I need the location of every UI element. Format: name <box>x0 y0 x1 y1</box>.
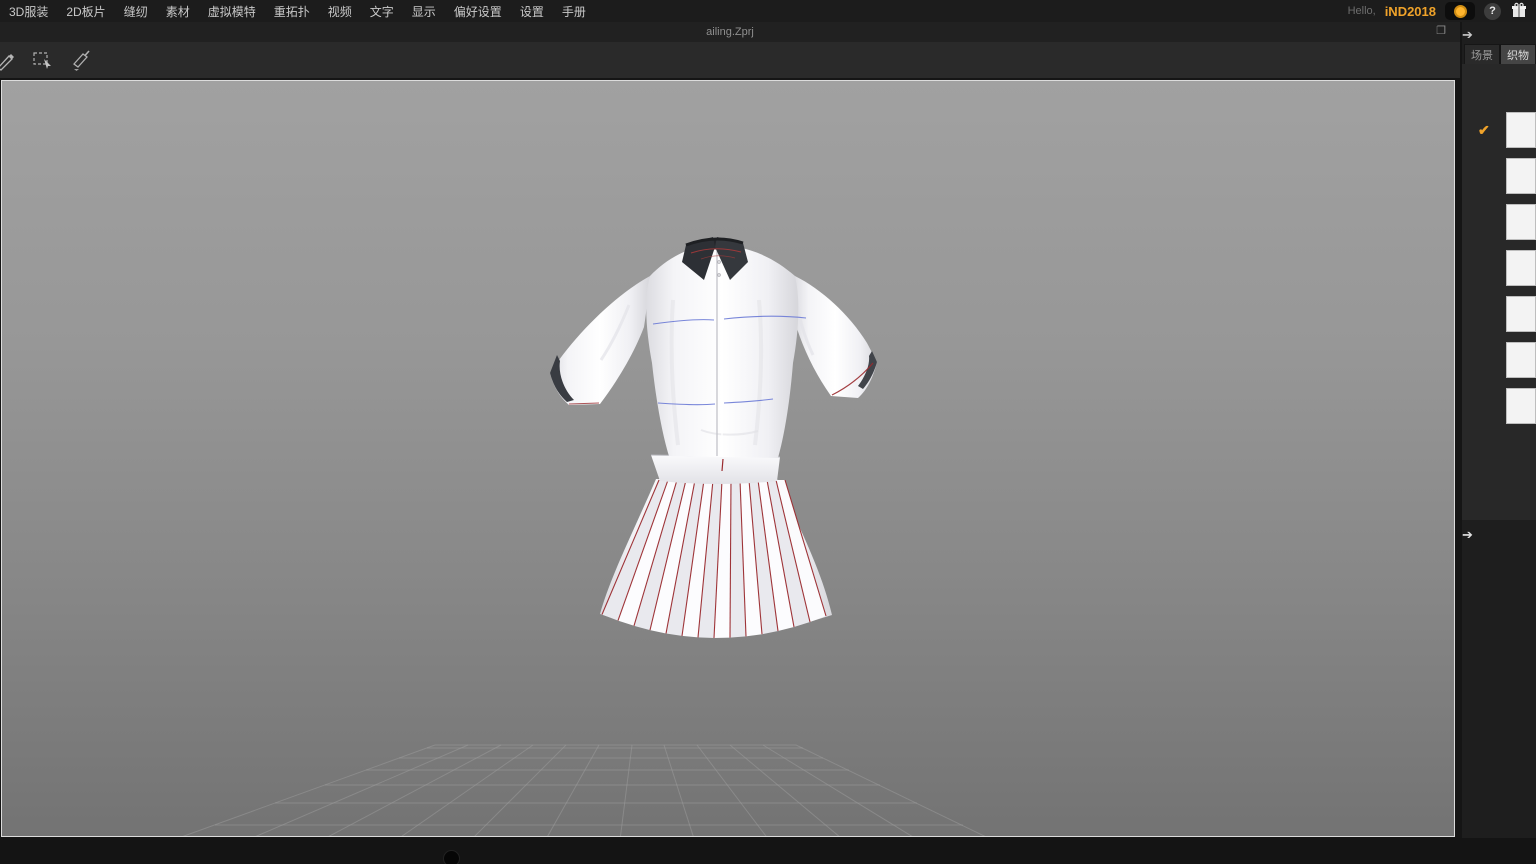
fabric-swatch[interactable] <box>1506 342 1536 378</box>
pop-out-window-icon[interactable]: ❐ <box>1436 24 1446 37</box>
tab-scene[interactable]: 场景 <box>1464 44 1500 64</box>
currency-button[interactable] <box>1445 2 1475 20</box>
fabric-swatch-row[interactable] <box>1462 158 1536 194</box>
left-sleeve[interactable] <box>550 276 650 405</box>
pen-tool-button[interactable] <box>0 47 18 73</box>
document-title: ailing.Zprj <box>706 26 754 38</box>
help-icon[interactable]: ? <box>1484 3 1501 20</box>
marquee-select-icon <box>31 49 55 71</box>
3d-viewport[interactable] <box>1 80 1455 837</box>
fabric-swatch-list: ✔ <box>1462 64 1536 520</box>
fabric-swatch[interactable] <box>1506 112 1536 148</box>
shirt-button <box>717 260 720 263</box>
marquee-select-button[interactable] <box>30 47 56 73</box>
menu-item-material[interactable]: 素材 <box>157 3 199 20</box>
menu-item-text[interactable]: 文字 <box>361 3 403 20</box>
viewport-toolbar <box>0 42 1460 78</box>
pleated-skirt[interactable] <box>600 479 832 638</box>
check-icon: ✔ <box>1478 112 1490 148</box>
fabric-swatch-row[interactable] <box>1462 250 1536 286</box>
greeting-text: Hello, <box>1348 5 1376 17</box>
expand-panel-arrow-icon[interactable]: ➔ <box>1462 528 1473 541</box>
right-panel: ➔ 场景 织物 ✔ ➔ <box>1462 22 1536 864</box>
username-text: iND2018 <box>1385 4 1436 19</box>
fabric-swatch[interactable] <box>1506 388 1536 424</box>
menu-item-settings[interactable]: 设置 <box>511 3 553 20</box>
fabric-swatch-row[interactable] <box>1462 296 1536 332</box>
title-bar: ailing.Zprj ❐ <box>0 22 1460 42</box>
menu-item-avatar[interactable]: 虚拟模特 <box>199 3 265 20</box>
floor-grid <box>151 745 1009 837</box>
menu-item-3d-garment[interactable]: 3D服装 <box>0 3 57 20</box>
tab-fabric[interactable]: 织物 <box>1500 44 1536 64</box>
3d-viewport-canvas[interactable] <box>2 81 1455 837</box>
fabric-swatch[interactable] <box>1506 250 1536 286</box>
fabric-swatch-row[interactable] <box>1462 204 1536 240</box>
menu-item-video[interactable]: 视频 <box>319 3 361 20</box>
garment-model[interactable] <box>550 237 877 638</box>
menu-item-sewing[interactable]: 缝纫 <box>115 3 157 20</box>
fabric-swatch-row[interactable] <box>1462 342 1536 378</box>
menu-bar-right: Hello, iND2018 ? <box>1348 2 1536 20</box>
menu-item-2d-pattern[interactable]: 2D板片 <box>57 3 114 20</box>
fabric-swatch-row[interactable] <box>1462 388 1536 424</box>
right-sleeve[interactable] <box>794 276 877 398</box>
collapse-panel-arrow-icon[interactable]: ➔ <box>1462 28 1473 41</box>
gift-icon[interactable] <box>1510 2 1528 20</box>
brush-icon <box>69 49 93 71</box>
fabric-swatch-row[interactable]: ✔ <box>1462 112 1536 148</box>
shirt-torso[interactable] <box>646 244 806 458</box>
menu-item-manual[interactable]: 手册 <box>553 3 595 20</box>
waistband[interactable] <box>651 455 780 484</box>
menu-item-preferences[interactable]: 偏好设置 <box>445 3 511 20</box>
shirt-button <box>717 273 720 276</box>
status-dot-icon <box>443 850 460 864</box>
fabric-swatch[interactable] <box>1506 158 1536 194</box>
pen-icon <box>0 49 16 71</box>
menu-item-display[interactable]: 显示 <box>403 3 445 20</box>
coin-icon <box>1454 5 1467 18</box>
fabric-swatch[interactable] <box>1506 204 1536 240</box>
bottom-bar <box>0 838 1536 864</box>
menu-bar: 3D服装 2D板片 缝纫 素材 虚拟模特 重拓扑 视频 文字 显示 偏好设置 设… <box>0 0 1536 22</box>
panel-tabs: 场景 织物 <box>1464 44 1536 64</box>
fabric-swatch[interactable] <box>1506 296 1536 332</box>
menu-item-retopology[interactable]: 重拓扑 <box>265 3 319 20</box>
brush-tool-button[interactable] <box>68 47 94 73</box>
